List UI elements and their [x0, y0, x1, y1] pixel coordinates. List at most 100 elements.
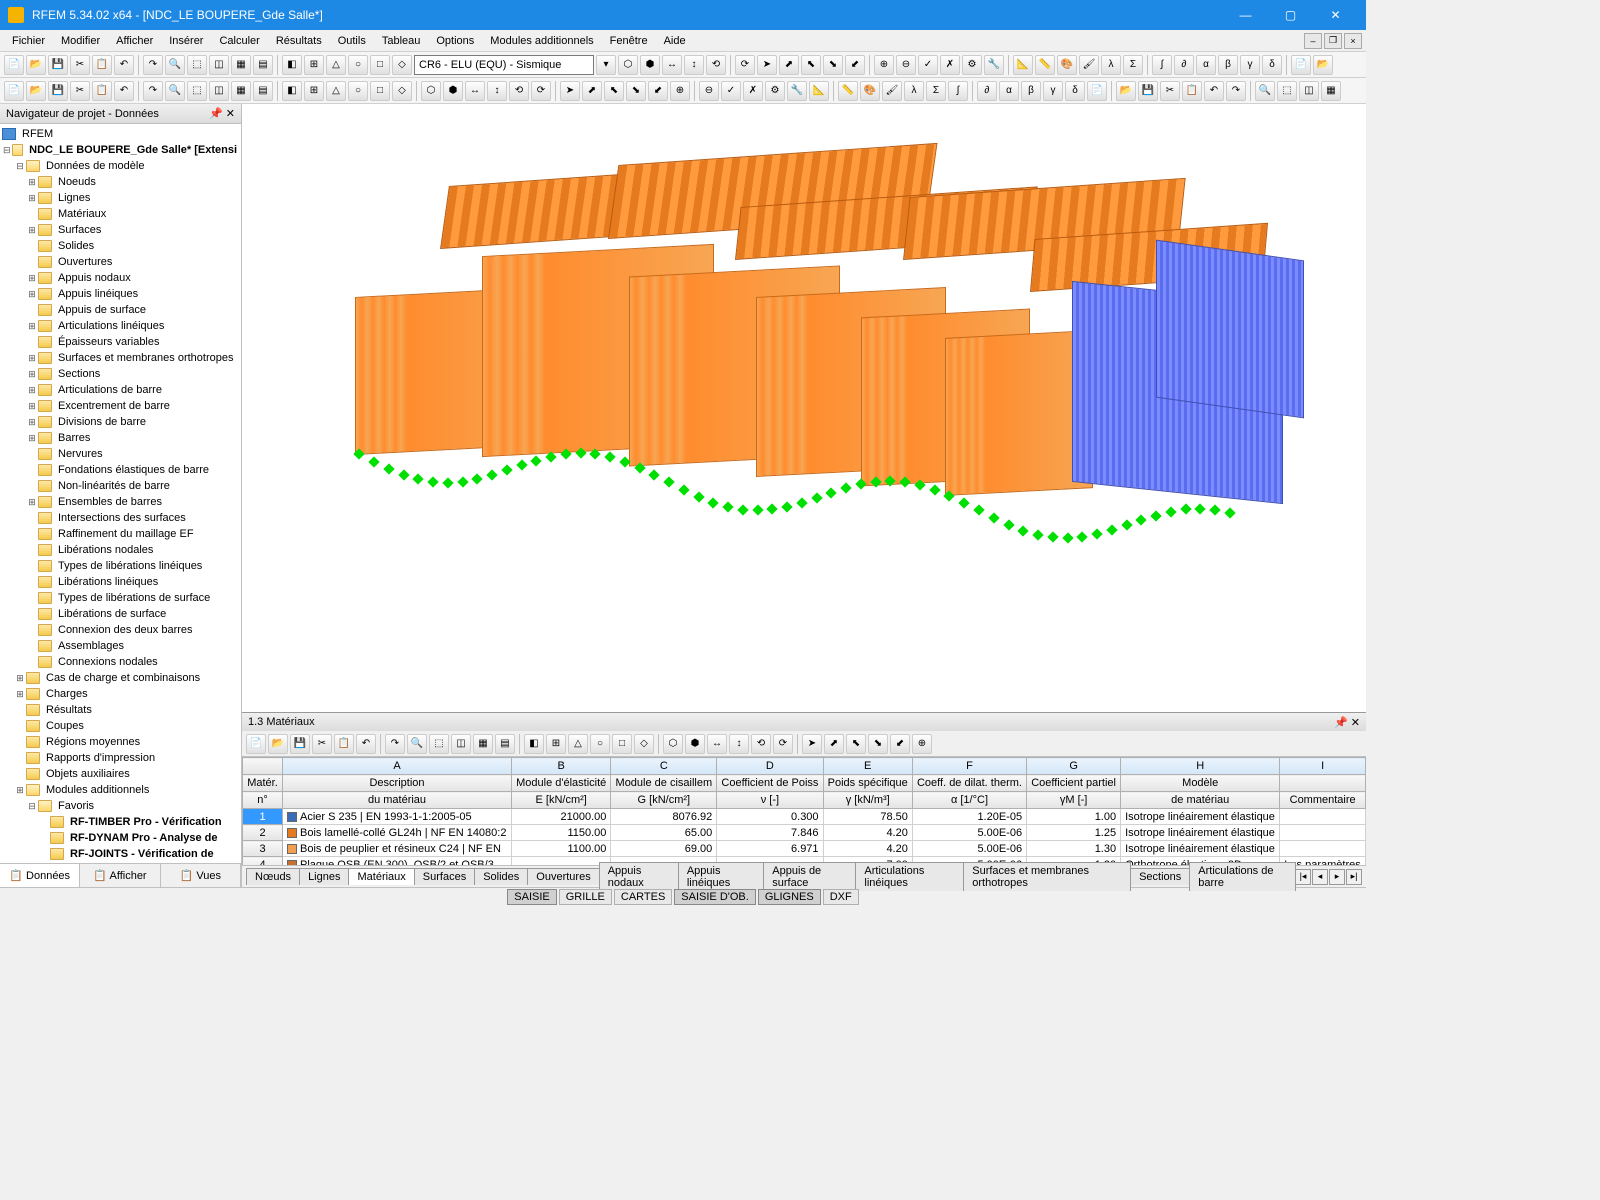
nav-tab-vues[interactable]: 📋 Vues: [161, 864, 241, 887]
toolbar-button[interactable]: ◇: [634, 734, 654, 754]
toolbar-button[interactable]: ⊕: [670, 81, 690, 101]
toolbar-button[interactable]: ⬉: [801, 55, 821, 75]
toolbar-button[interactable]: ○: [348, 55, 368, 75]
table-tab[interactable]: Appuis de surface: [763, 862, 856, 891]
tree-node[interactable]: ⊞Ensembles de barres: [2, 494, 239, 510]
tree-node[interactable]: ⊞Cas de charge et combinaisons: [2, 670, 239, 686]
toolbar-button[interactable]: ⊞: [304, 81, 324, 101]
toolbar-button[interactable]: ⬊: [823, 55, 843, 75]
toolbar-button[interactable]: 📂: [1116, 81, 1136, 101]
tree-node[interactable]: Intersections des surfaces: [2, 510, 239, 526]
tree-node[interactable]: Types de libérations linéiques: [2, 558, 239, 574]
menu-insérer[interactable]: Insérer: [161, 33, 211, 49]
table-tab[interactable]: Ouvertures: [527, 868, 599, 885]
toolbar-button[interactable]: ◫: [209, 81, 229, 101]
toolbar-button[interactable]: 🎨: [1057, 55, 1077, 75]
table-tab[interactable]: Sections: [1130, 868, 1190, 885]
menu-fichier[interactable]: Fichier: [4, 33, 53, 49]
toolbar-button[interactable]: 📄: [4, 81, 24, 101]
loadcase-combo[interactable]: CR6 - ELU (EQU) - Sismique: [414, 55, 594, 75]
nav-tab-données[interactable]: 📋 Données: [0, 864, 80, 887]
toolbar-button[interactable]: 📂: [1313, 55, 1333, 75]
tree-node[interactable]: Rapports d'impression: [2, 750, 239, 766]
tree-node[interactable]: Résultats: [2, 702, 239, 718]
data-grid[interactable]: ABCDEFGHIMatér.DescriptionModule d'élast…: [242, 757, 1366, 865]
toolbar-button[interactable]: ○: [348, 81, 368, 101]
toolbar-button[interactable]: ⬚: [187, 55, 207, 75]
tree-node[interactable]: Coupes: [2, 718, 239, 734]
toolbar-button[interactable]: 📐: [809, 81, 829, 101]
menu-calculer[interactable]: Calculer: [211, 33, 267, 49]
toolbar-button[interactable]: ✗: [940, 55, 960, 75]
toolbar-button[interactable]: ↷: [143, 55, 163, 75]
toolbar-button[interactable]: ⬡: [421, 81, 441, 101]
toolbar-button[interactable]: 🔧: [984, 55, 1004, 75]
toolbar-button[interactable]: ▦: [231, 55, 251, 75]
mdi-close[interactable]: ×: [1344, 33, 1362, 49]
close-button[interactable]: ✕: [1313, 0, 1358, 30]
toolbar-button[interactable]: 📋: [92, 81, 112, 101]
toolbar-button[interactable]: ⚙: [962, 55, 982, 75]
toolbar-button[interactable]: γ: [1240, 55, 1260, 75]
mdi-minimize[interactable]: –: [1304, 33, 1322, 49]
toolbar-button[interactable]: ↔: [662, 55, 682, 75]
toolbar-button[interactable]: 🔍: [165, 81, 185, 101]
toolbar-button[interactable]: ⬋: [845, 55, 865, 75]
toolbar-button[interactable]: △: [326, 55, 346, 75]
toolbar-button[interactable]: β: [1021, 81, 1041, 101]
toolbar-button[interactable]: ◫: [209, 55, 229, 75]
toolbar-button[interactable]: ⬢: [443, 81, 463, 101]
toolbar-button[interactable]: ⬈: [582, 81, 602, 101]
toolbar-button[interactable]: ⟳: [735, 55, 755, 75]
tree-node[interactable]: RF-JOINTS - Vérification de: [2, 846, 239, 862]
toolbar-button[interactable]: α: [999, 81, 1019, 101]
toolbar-button[interactable]: 💾: [1138, 81, 1158, 101]
toolbar-button[interactable]: ↶: [1204, 81, 1224, 101]
tree-node[interactable]: Fondations élastiques de barre: [2, 462, 239, 478]
table-tab[interactable]: Solides: [474, 868, 528, 885]
tree-node[interactable]: Connexion des deux barres: [2, 622, 239, 638]
toolbar-button[interactable]: ↔: [465, 81, 485, 101]
status-toggle[interactable]: GRILLE: [559, 889, 612, 905]
tree-node[interactable]: ⊞Surfaces et membranes orthotropes: [2, 350, 239, 366]
tree-node[interactable]: Non-linéarités de barre: [2, 478, 239, 494]
toolbar-button[interactable]: ⊞: [546, 734, 566, 754]
menu-afficher[interactable]: Afficher: [108, 33, 161, 49]
tree-node[interactable]: ⊞Charges: [2, 686, 239, 702]
nav-tab-afficher[interactable]: 📋 Afficher: [80, 864, 160, 887]
tree-node[interactable]: ⊟Données de modèle: [2, 158, 239, 174]
toolbar-button[interactable]: ▤: [495, 734, 515, 754]
toolbar-button[interactable]: 💾: [290, 734, 310, 754]
toolbar-button[interactable]: 🎨: [860, 81, 880, 101]
toolbar-button[interactable]: Σ: [926, 81, 946, 101]
toolbar-button[interactable]: ⬉: [604, 81, 624, 101]
minimize-button[interactable]: —: [1223, 0, 1268, 30]
toolbar-button[interactable]: ⟳: [531, 81, 551, 101]
menu-outils[interactable]: Outils: [330, 33, 374, 49]
menu-fenêtre[interactable]: Fenêtre: [602, 33, 656, 49]
toolbar-button[interactable]: δ: [1262, 55, 1282, 75]
project-tree[interactable]: RFEM⊟NDC_LE BOUPERE_Gde Salle* [Extensi⊟…: [0, 124, 241, 863]
toolbar-button[interactable]: α: [1196, 55, 1216, 75]
table-nav-button[interactable]: ◂: [1312, 869, 1328, 885]
tree-node[interactable]: Types de libérations de surface: [2, 590, 239, 606]
menu-modules additionnels[interactable]: Modules additionnels: [482, 33, 601, 49]
tree-node[interactable]: Appuis de surface: [2, 302, 239, 318]
toolbar-button[interactable]: ✂: [70, 81, 90, 101]
status-toggle[interactable]: SAISIE: [507, 889, 556, 905]
toolbar-button[interactable]: ◫: [451, 734, 471, 754]
toolbar-button[interactable]: △: [326, 81, 346, 101]
toolbar-button[interactable]: λ: [904, 81, 924, 101]
table-tab[interactable]: Surfaces: [414, 868, 475, 885]
toolbar-button[interactable]: ✓: [918, 55, 938, 75]
toolbar-button[interactable]: ↶: [356, 734, 376, 754]
toolbar-button[interactable]: 📄: [1087, 81, 1107, 101]
tree-node[interactable]: ⊞Appuis nodaux: [2, 270, 239, 286]
toolbar-button[interactable]: ⬋: [648, 81, 668, 101]
toolbar-button[interactable]: ✂: [312, 734, 332, 754]
toolbar-button[interactable]: λ: [1101, 55, 1121, 75]
toolbar-button[interactable]: ⬈: [824, 734, 844, 754]
table-tab[interactable]: Lignes: [299, 868, 349, 885]
toolbar-button[interactable]: 📄: [4, 55, 24, 75]
toolbar-button[interactable]: ◧: [282, 81, 302, 101]
